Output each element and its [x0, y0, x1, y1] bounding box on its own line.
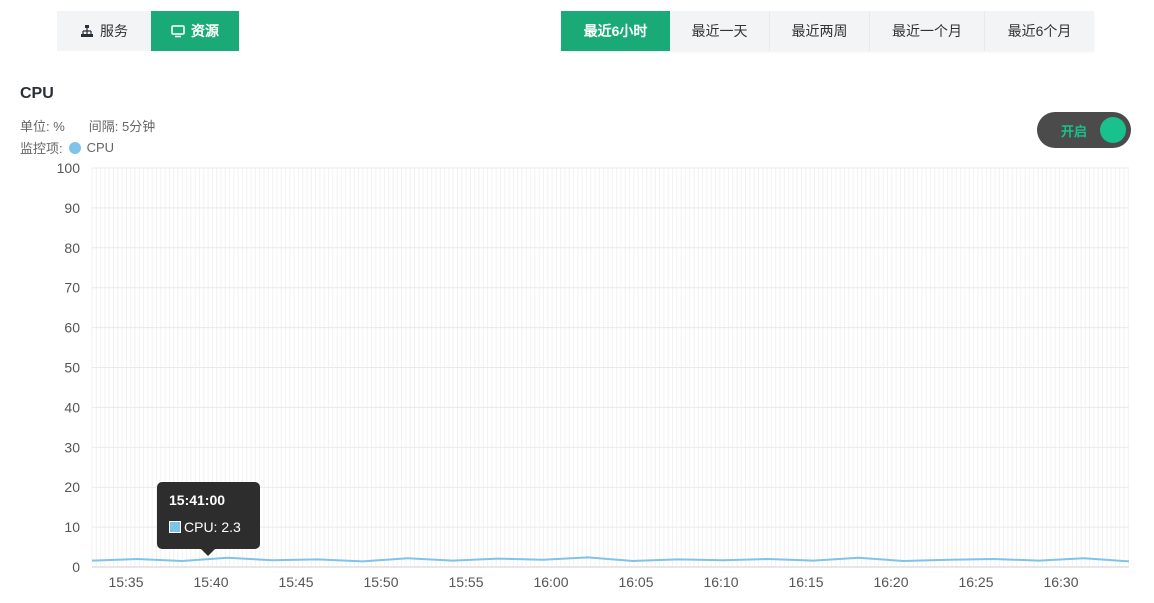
x-tick-label: 16:10	[703, 574, 738, 590]
y-tick-label: 60	[64, 320, 80, 336]
x-tick-label: 15:50	[363, 574, 398, 590]
x-tick-label: 15:45	[278, 574, 313, 590]
y-tick-label: 20	[64, 479, 80, 495]
y-tick-label: 40	[64, 399, 80, 415]
y-tick-label: 30	[64, 439, 80, 455]
tooltip-swatch	[169, 521, 181, 533]
x-tick-label: 15:35	[108, 574, 143, 590]
y-tick-label: 100	[57, 160, 81, 176]
x-tick-label: 16:20	[873, 574, 908, 590]
y-tick-label: 50	[64, 360, 80, 376]
y-tick-label: 10	[64, 519, 80, 535]
y-tick-label: 70	[64, 280, 80, 296]
y-tick-label: 0	[72, 559, 80, 575]
x-tick-label: 16:05	[618, 574, 653, 590]
tooltip-time: 15:41:00	[169, 492, 226, 508]
chart-tooltip: 15:41:00 CPU: 2.3	[157, 482, 260, 556]
x-tick-label: 16:30	[1043, 574, 1078, 590]
y-tick-label: 90	[64, 200, 80, 216]
x-tick-label: 16:00	[533, 574, 568, 590]
y-tick-label: 80	[64, 240, 80, 256]
x-tick-label: 15:55	[448, 574, 483, 590]
x-tick-label: 15:40	[193, 574, 228, 590]
x-tick-label: 16:25	[958, 574, 993, 590]
x-tick-label: 16:15	[788, 574, 823, 590]
tooltip-value: CPU: 2.3	[184, 519, 241, 535]
